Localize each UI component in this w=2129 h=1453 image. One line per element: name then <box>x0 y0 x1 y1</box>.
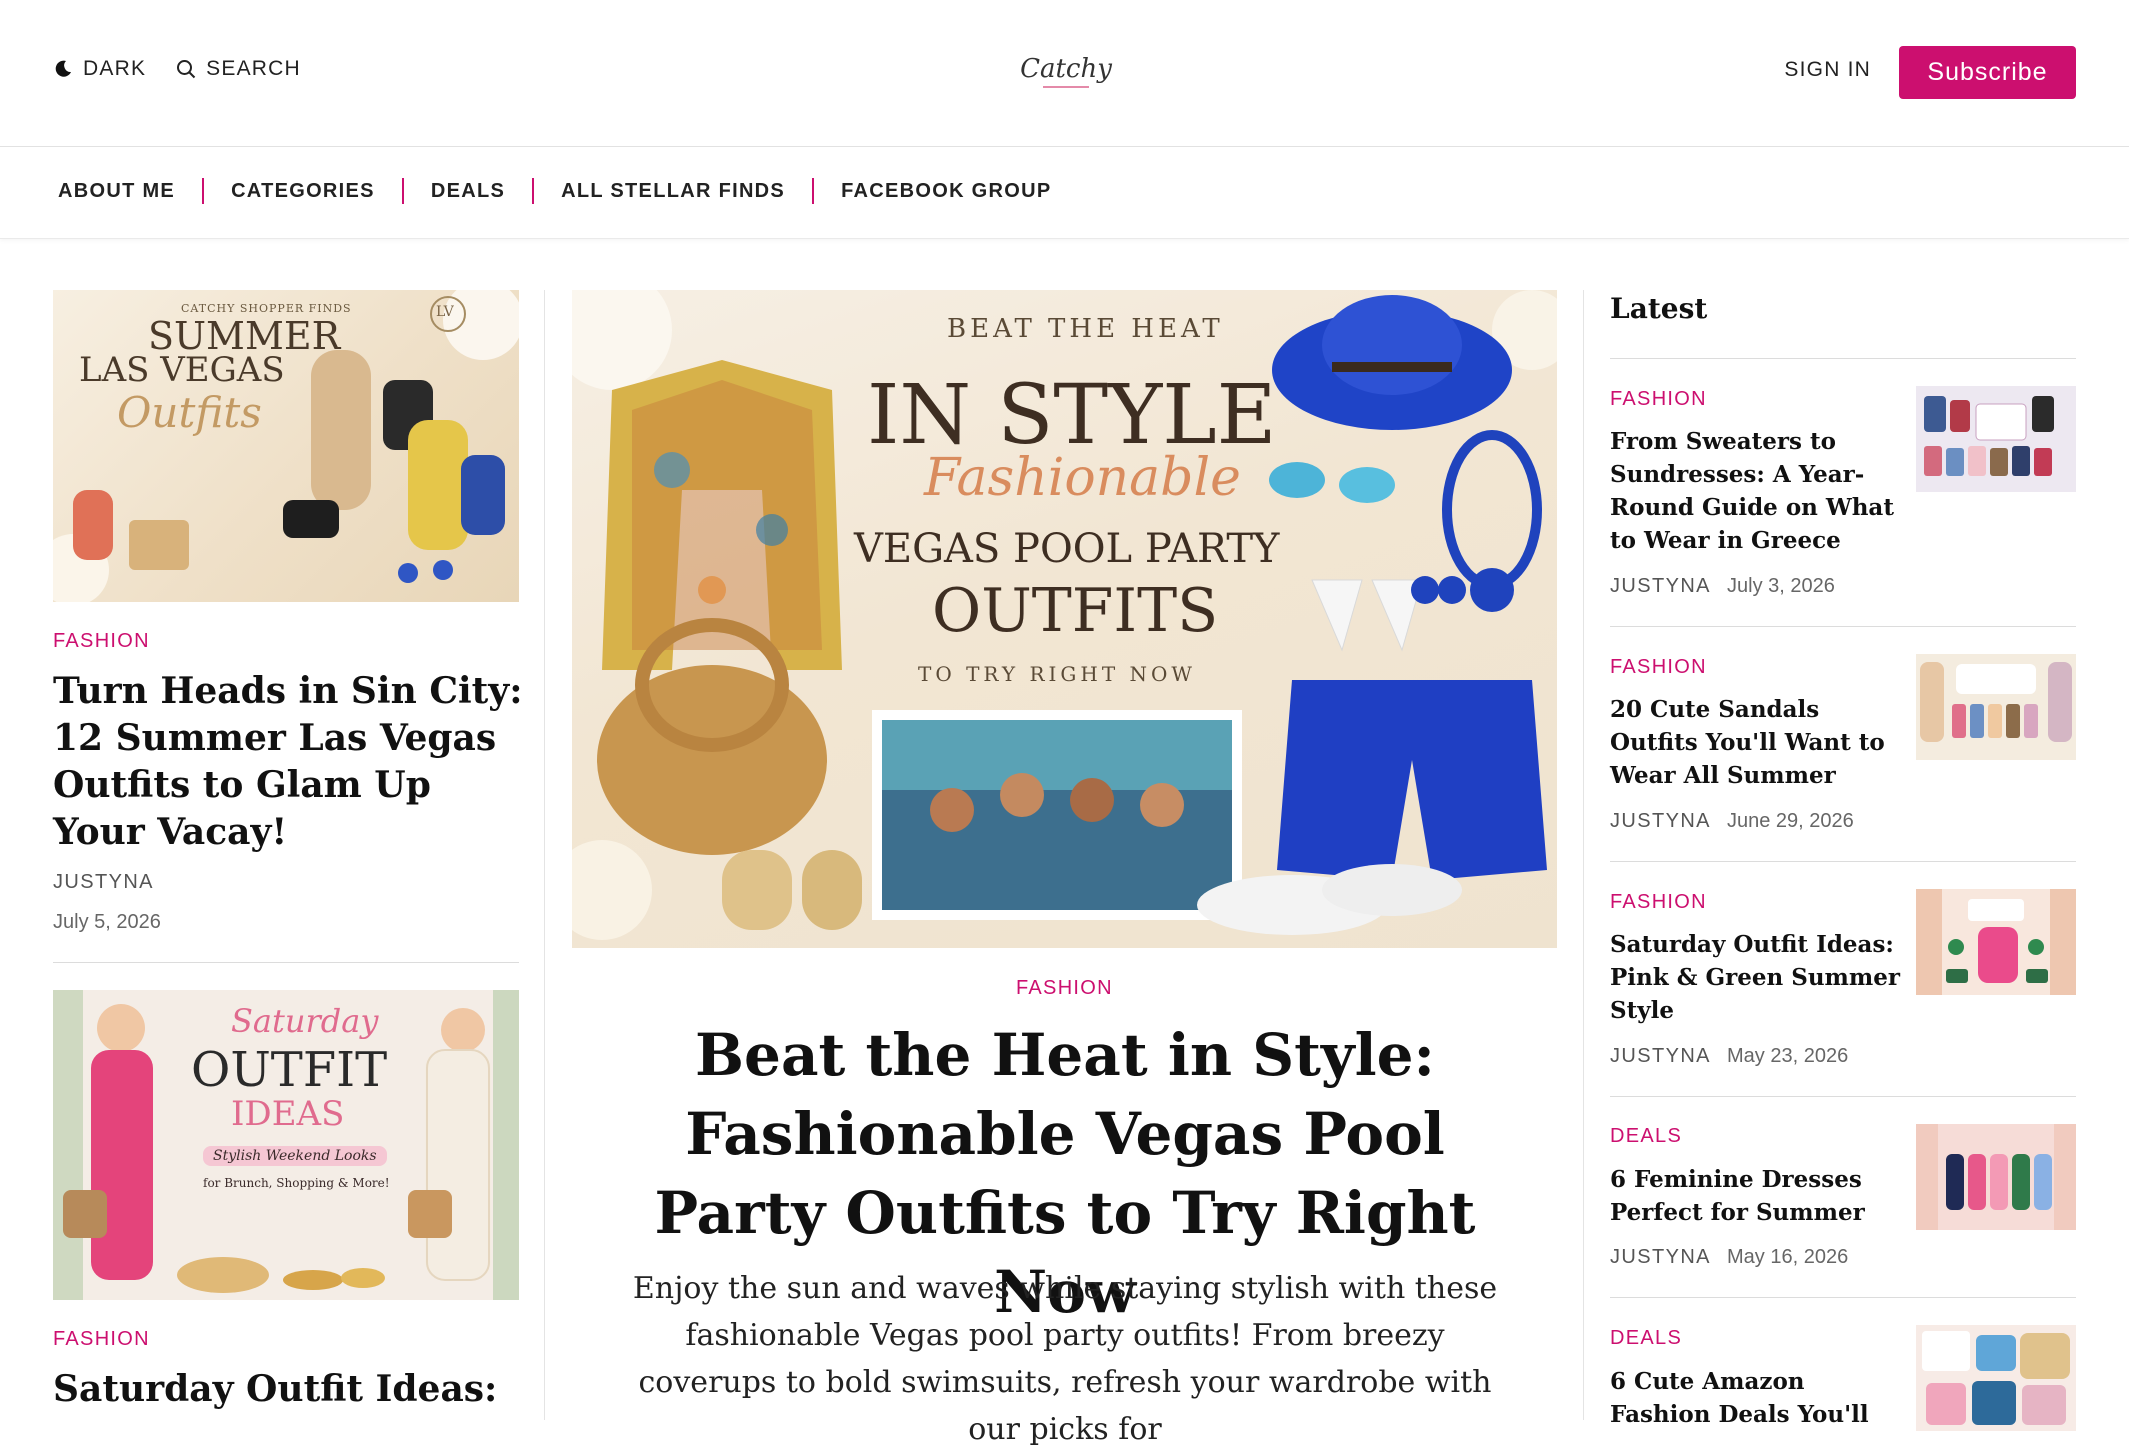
article-title[interactable]: Saturday Outfit Ideas: <box>53 1366 523 1413</box>
site-logo[interactable]: Catchy <box>1020 38 1112 106</box>
sidebar-item-category[interactable]: FASHION <box>1610 388 1707 411</box>
column-divider <box>544 290 545 1420</box>
nav-divider <box>401 178 404 204</box>
nav-about-me[interactable]: ABOUT ME <box>58 180 175 203</box>
sidebar-item-category[interactable]: DEALS <box>1610 1125 1682 1148</box>
saturday-thumbnail-line3: IDEAS <box>231 1094 345 1134</box>
article-date: July 5, 2026 <box>53 911 161 933</box>
search-button[interactable]: SEARCH <box>176 57 301 81</box>
sidebar-item-category[interactable]: FASHION <box>1610 656 1707 679</box>
saturday-thumbnail-ribbon: Stylish Weekend Looks <box>203 1146 387 1166</box>
vegas-thumbnail-line2: LAS VEGAS <box>79 350 285 390</box>
latest-heading: Latest <box>1610 292 1708 325</box>
hero-image-line1: BEAT THE HEAT <box>947 314 1224 344</box>
search-label: SEARCH <box>206 57 301 80</box>
sidebar-item-author[interactable]: JUSTYNA <box>1610 1246 1711 1269</box>
column-divider <box>1583 290 1584 1420</box>
subscribe-button[interactable]: Subscribe <box>1899 46 2076 99</box>
sidebar-item-category[interactable]: DEALS <box>1610 1327 1682 1350</box>
vegas-thumbnail-line3: Outfits <box>117 388 262 437</box>
main-nav: ABOUT ME CATEGORIES DEALS ALL STELLAR FI… <box>0 147 2129 239</box>
article-category[interactable]: FASHION <box>53 1328 150 1351</box>
dark-mode-label: DARK <box>83 57 147 80</box>
nav-deals[interactable]: DEALS <box>431 180 505 203</box>
hero-image-line6: TO TRY RIGHT NOW <box>918 662 1196 686</box>
sidebar-item-category[interactable]: FASHION <box>1610 891 1707 914</box>
sidebar-item-title[interactable]: Saturday Outfit Ideas: Pink & Green Summ… <box>1610 928 1900 1027</box>
moon-icon <box>53 59 73 79</box>
article-thumbnail-vegas-outfits[interactable]: CATCHY SHOPPER FINDS SUMMER LAS VEGAS Ou… <box>53 290 519 602</box>
nav-divider <box>532 178 535 204</box>
sidebar-item-title[interactable]: From Sweaters to Sundresses: A Year-Roun… <box>1610 425 1900 557</box>
sidebar-item-title[interactable]: 6 Cute Amazon Fashion Deals You'll <box>1610 1365 1900 1431</box>
sidebar-item-date: June 29, 2026 <box>1727 810 1854 832</box>
sidebar-divider <box>1610 626 2076 627</box>
hero-image-line4: VEGAS POOL PARTY <box>854 526 1280 572</box>
sign-in-link[interactable]: SIGN IN <box>1784 58 1871 82</box>
nav-all-stellar-finds[interactable]: ALL STELLAR FINDS <box>561 180 785 203</box>
logo-underline <box>1043 86 1089 88</box>
header-utilities: DARK SEARCH <box>53 57 301 81</box>
hero-image-line3: Fashionable <box>924 448 1241 508</box>
hero-category[interactable]: FASHION <box>1016 977 1113 1000</box>
sidebar-item-thumbnail[interactable] <box>1916 386 2076 492</box>
hero-image[interactable]: BEAT THE HEAT IN STYLE Fashionable VEGAS… <box>572 290 1557 948</box>
nav-divider <box>812 178 815 204</box>
sidebar-item-author[interactable]: JUSTYNA <box>1610 810 1711 833</box>
sidebar-item-author[interactable]: JUSTYNA <box>1610 575 1711 598</box>
sidebar-item-title[interactable]: 6 Feminine Dresses Perfect for Summer <box>1610 1163 1900 1229</box>
site-header: DARK SEARCH Catchy SIGN IN Subscribe <box>0 0 2129 147</box>
sidebar-item-thumbnail[interactable] <box>1916 889 2076 995</box>
nav-list: ABOUT ME CATEGORIES DEALS ALL STELLAR FI… <box>58 178 1052 204</box>
article-title[interactable]: Turn Heads in Sin City: 12 Summer Las Ve… <box>53 668 523 856</box>
article-category[interactable]: FASHION <box>53 630 150 653</box>
sidebar-item-date: July 3, 2026 <box>1727 575 1835 597</box>
sidebar-divider <box>1610 1096 2076 1097</box>
vegas-thumbnail-badge: LV <box>436 304 454 320</box>
sidebar-item-date: May 16, 2026 <box>1727 1246 1849 1268</box>
sidebar-divider <box>1610 861 2076 862</box>
article-thumbnail-saturday-outfits[interactable]: Saturday OUTFIT IDEAS Stylish Weekend Lo… <box>53 990 519 1300</box>
sidebar-item-date: May 23, 2026 <box>1727 1045 1849 1067</box>
article-author[interactable]: JUSTYNA <box>53 871 154 894</box>
sidebar-item-author[interactable]: JUSTYNA <box>1610 1045 1711 1068</box>
saturday-thumbnail-sub: for Brunch, Shopping & More! <box>203 1176 390 1190</box>
sidebar-item-thumbnail[interactable] <box>1916 1124 2076 1230</box>
saturday-thumbnail-line2: OUTFIT <box>191 1042 388 1098</box>
sidebar-item-thumbnail[interactable] <box>1916 1325 2076 1431</box>
article-divider <box>53 962 519 963</box>
dark-mode-toggle[interactable]: DARK <box>53 57 146 81</box>
sidebar-divider <box>1610 358 2076 359</box>
hero-image-line5: OUTFITS <box>932 576 1219 646</box>
nav-divider <box>202 178 205 204</box>
search-icon <box>176 59 196 79</box>
logo-wordmark: Catchy <box>1020 54 1112 84</box>
sidebar-item-title[interactable]: 20 Cute Sandals Outfits You'll Want to W… <box>1610 693 1900 792</box>
saturday-thumbnail-line1: Saturday <box>231 1002 379 1040</box>
sidebar-divider <box>1610 1297 2076 1298</box>
nav-facebook-group[interactable]: FACEBOOK GROUP <box>841 180 1051 203</box>
sidebar-item-thumbnail[interactable] <box>1916 654 2076 760</box>
nav-categories[interactable]: CATEGORIES <box>231 180 375 203</box>
hero-excerpt: Enjoy the sun and waves while staying st… <box>632 1271 1498 1447</box>
